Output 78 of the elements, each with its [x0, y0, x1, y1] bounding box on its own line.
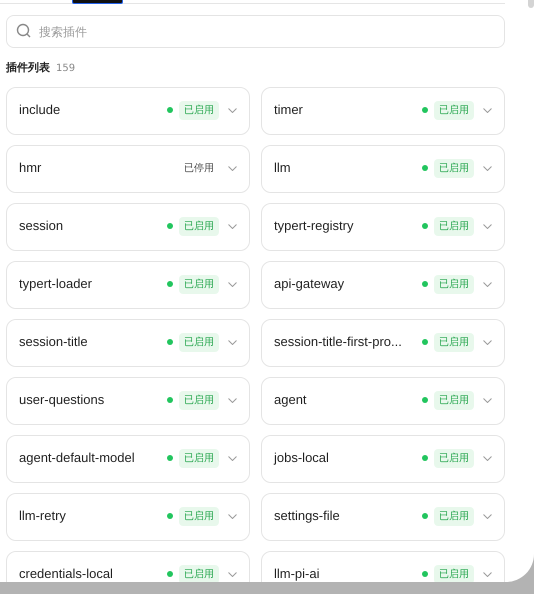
chevron-down-icon[interactable] [483, 108, 492, 112]
plugin-card[interactable]: include 已启用 [6, 87, 250, 135]
list-title: 插件列表 [6, 60, 50, 76]
plugin-card[interactable]: llm-pi-ai 已启用 [261, 551, 505, 582]
status-label: 已停用 [183, 162, 215, 176]
chevron-down-icon[interactable] [483, 514, 492, 518]
status-badge: 已启用 [434, 158, 474, 178]
plugin-name: session-title-first-pro... [274, 333, 403, 352]
search-icon [16, 23, 32, 39]
status-badge: 已启用 [434, 506, 474, 526]
status-badge: 已启用 [434, 448, 474, 468]
plugin-name: settings-file [274, 507, 341, 526]
search-field[interactable]: 搜索插件 [6, 15, 505, 48]
chevron-down-icon[interactable] [228, 340, 237, 344]
chevron-down-icon[interactable] [483, 224, 492, 228]
plugin-name: llm-retry [19, 507, 67, 526]
status-badge: 已启用 [179, 390, 219, 410]
plugin-card[interactable]: settings-file 已启用 [261, 493, 505, 541]
plugin-name: timer [274, 101, 304, 120]
plugin-count: 159 [56, 62, 76, 76]
plugin-name: jobs-local [274, 449, 330, 468]
plugin-card[interactable]: jobs-local 已启用 [261, 435, 505, 483]
plugin-name: user-questions [19, 391, 106, 410]
plugin-card[interactable]: api-gateway 已启用 [261, 261, 505, 309]
chevron-down-icon[interactable] [483, 166, 492, 170]
plugin-card[interactable]: agent 已启用 [261, 377, 505, 425]
status-badge: 已启用 [434, 274, 474, 294]
plugin-card[interactable]: session-title 已启用 [6, 319, 250, 367]
status-badge: 已启用 [434, 216, 474, 236]
plugin-name: llm-pi-ai [274, 565, 320, 582]
chevron-down-icon[interactable] [228, 108, 237, 112]
plugin-card[interactable]: typert-loader 已启用 [6, 261, 250, 309]
status-badge: 已启用 [179, 564, 219, 582]
chevron-down-icon[interactable] [483, 398, 492, 402]
status-badge: 已启用 [179, 216, 219, 236]
status-badge: 已启用 [179, 506, 219, 526]
plugin-card[interactable]: llm-retry 已启用 [6, 493, 250, 541]
plugin-card[interactable]: llm 已启用 [261, 145, 505, 193]
chevron-down-icon[interactable] [483, 456, 492, 460]
plugin-card[interactable]: timer 已启用 [261, 87, 505, 135]
plugin-card[interactable]: typert-registry 已启用 [261, 203, 505, 251]
chevron-down-icon[interactable] [483, 282, 492, 286]
chevron-down-icon[interactable] [228, 514, 237, 518]
status-badge: 已启用 [179, 448, 219, 468]
chevron-down-icon[interactable] [228, 282, 237, 286]
status-badge: 已启用 [179, 332, 219, 352]
plugin-name: agent [274, 391, 308, 410]
plugin-card[interactable]: agent-default-model 已启用 [6, 435, 250, 483]
plugin-name: typert-loader [19, 275, 93, 294]
chevron-down-icon[interactable] [228, 398, 237, 402]
scrollbar-thumb[interactable] [528, 0, 534, 8]
plugin-name: include [19, 101, 62, 120]
chevron-down-icon[interactable] [228, 224, 237, 228]
status-badge: 已启用 [179, 274, 219, 294]
plugin-name: session [19, 217, 64, 236]
status-badge: 已启用 [434, 564, 474, 582]
plugin-name: hmr [19, 159, 42, 178]
plugin-card[interactable]: credentials-local 已启用 [6, 551, 250, 582]
chevron-down-icon[interactable] [228, 572, 237, 576]
active-tab-indicator[interactable] [72, 0, 123, 4]
status-badge: 已启用 [434, 390, 474, 410]
chevron-down-icon[interactable] [483, 340, 492, 344]
status-badge: 已启用 [179, 100, 219, 120]
plugin-name: agent-default-model [19, 449, 136, 468]
plugin-name: api-gateway [274, 275, 346, 294]
plugin-card[interactable]: session-title-first-pro... 已启用 [261, 319, 505, 367]
chevron-down-icon[interactable] [483, 572, 492, 576]
status-badge: 已启用 [434, 332, 474, 352]
plugin-name: llm [274, 159, 292, 178]
plugin-card[interactable]: hmr 已停用 [6, 145, 250, 193]
plugin-card[interactable]: user-questions 已启用 [6, 377, 250, 425]
plugin-name: credentials-local [19, 565, 114, 582]
chevron-down-icon[interactable] [228, 456, 237, 460]
status-badge: 已启用 [434, 100, 474, 120]
plugin-card[interactable]: session 已启用 [6, 203, 250, 251]
plugin-name: typert-registry [274, 217, 354, 236]
chevron-down-icon[interactable] [228, 166, 237, 170]
plugin-name: session-title [19, 333, 89, 352]
